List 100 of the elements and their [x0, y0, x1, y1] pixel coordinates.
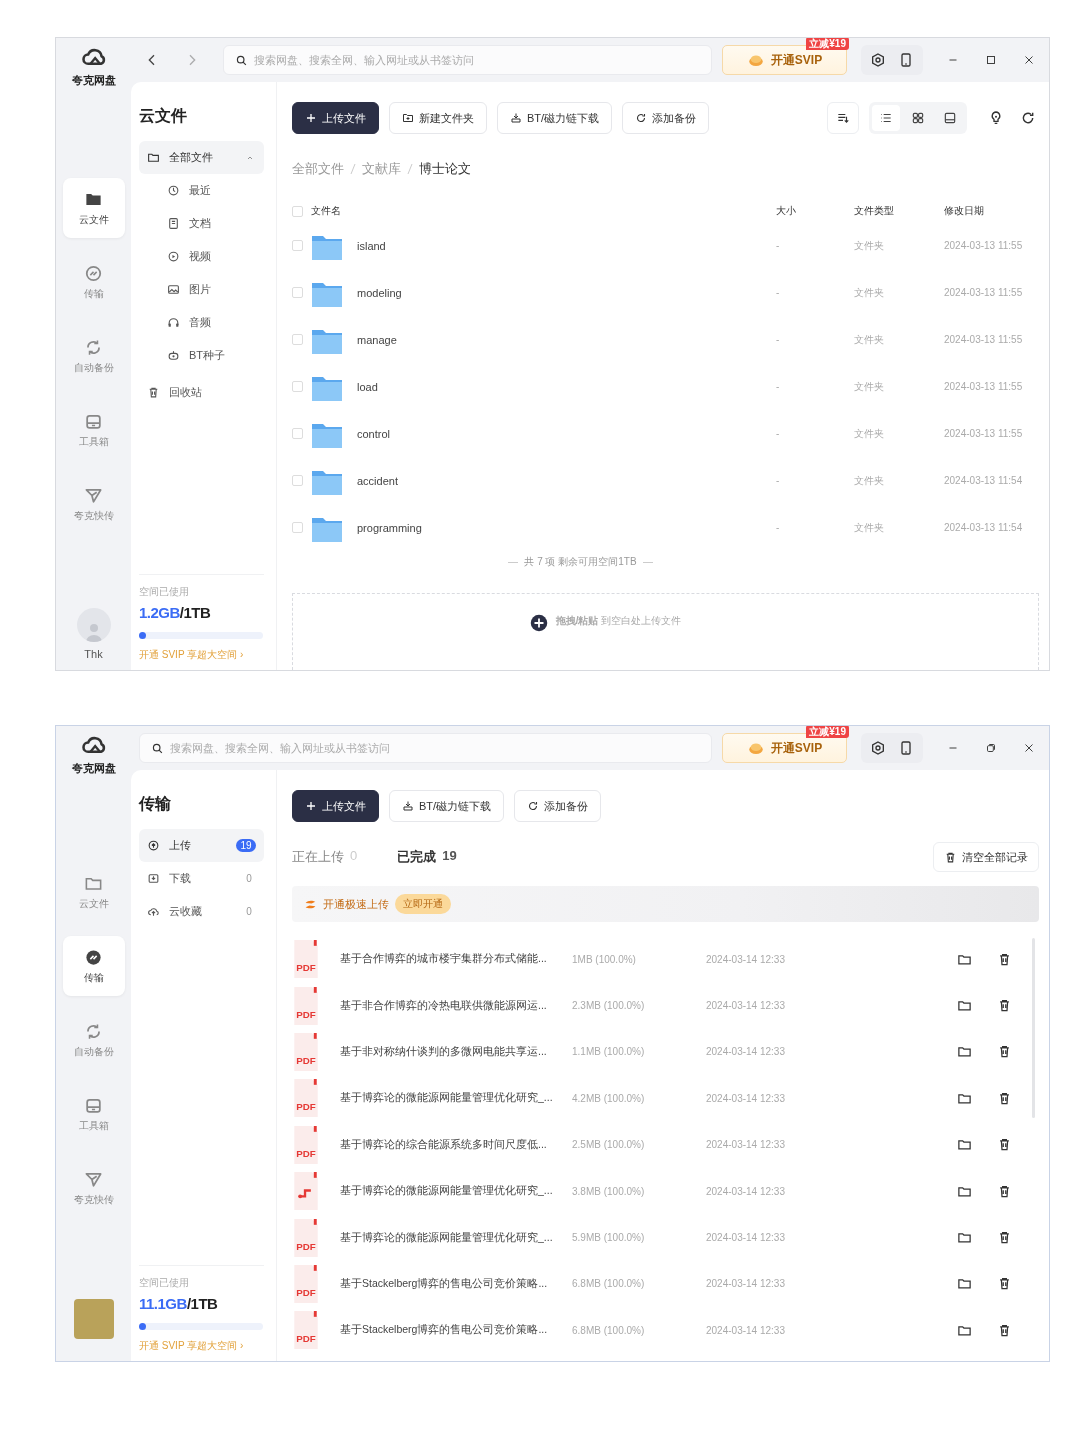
file-size: -: [775, 428, 781, 440]
file-name[interactable]: island: [357, 239, 386, 252]
file-size: -: [775, 381, 781, 393]
row-checkbox[interactable]: [292, 334, 303, 346]
breadcrumb-link[interactable]: 博士论文: [419, 160, 471, 178]
toolbar-button[interactable]: 新建文件夹: [389, 102, 487, 134]
row-checkbox[interactable]: [292, 522, 303, 534]
file-name[interactable]: 基于Stackelberg博弈的售电公司竞价策略...: [340, 1276, 572, 1291]
file-name[interactable]: load: [357, 380, 378, 393]
upload-date: 2024-03-14 12:33: [706, 1000, 786, 1012]
robot-icon: [167, 349, 180, 362]
trash-icon: [147, 386, 160, 399]
file-icon: [292, 1171, 320, 1212]
download-icon: [147, 872, 160, 885]
folder-icon: [957, 1230, 972, 1246]
file-name[interactable]: 基于博弈论的微能源网能量管理优化研究_...: [340, 1091, 572, 1106]
refresh-icon: [635, 112, 648, 124]
tree-item[interactable]: 音频: [139, 306, 264, 339]
user-name: Thk: [84, 648, 103, 660]
folder-icon: [957, 998, 972, 1014]
new-folder-icon: [402, 112, 414, 124]
toolbar-button[interactable]: 添加备份: [514, 790, 602, 822]
row-checkbox[interactable]: [292, 428, 303, 440]
select-all-checkbox[interactable]: [292, 205, 303, 217]
row-checkbox[interactable]: [292, 381, 303, 393]
upload-date: 2024-03-14 12:33: [706, 953, 786, 965]
sync-icon: [84, 1021, 103, 1041]
download-icon: [510, 112, 522, 124]
phone-icon: [898, 52, 914, 68]
trash-icon: [997, 1090, 1012, 1106]
storage-label: 空间已使用: [139, 585, 190, 599]
file-name[interactable]: 基于Stackelberg博弈的售电公司竞价策略...: [340, 1323, 572, 1338]
file-name[interactable]: 基于非合作博弈的冷热电联供微能源网运...: [340, 998, 572, 1013]
tree-item[interactable]: 回收站: [139, 376, 264, 409]
modified-date: 2024-03-13 11:54: [944, 475, 1024, 487]
tree-item[interactable]: 最近: [139, 174, 264, 207]
search-field[interactable]: 搜索网盘、搜索全网、输入网址或从书签访问: [139, 733, 712, 763]
transfer-icon: [84, 263, 103, 283]
app-name: 夸克网盘: [71, 73, 116, 88]
toolbar-button[interactable]: BT/磁力链下载: [389, 790, 505, 822]
storage-usage: 11.1GB/1TB: [139, 1295, 219, 1312]
file-size: 2.5MB (100.0%): [572, 1139, 646, 1151]
file-name[interactable]: 基于博弈论的微能源网能量管理优化研究_...: [340, 1184, 572, 1199]
sort-button[interactable]: [827, 102, 859, 134]
search-field[interactable]: 搜索网盘、搜索全网、输入网址或从书签访问: [223, 45, 712, 75]
plus-icon: [305, 800, 317, 812]
column-header: 文件名: [311, 204, 341, 219]
discount-badge: 立减¥19: [806, 38, 849, 50]
toolbar-button[interactable]: 上传文件: [292, 790, 379, 822]
upload-icon: [147, 839, 160, 852]
search-icon: [235, 54, 248, 67]
file-name[interactable]: control: [357, 427, 391, 440]
toolbar-button[interactable]: BT/磁力链下载: [497, 102, 613, 134]
upload-date: 2024-03-14 12:33: [706, 1046, 786, 1058]
pdf-file-icon: PDF: [292, 939, 320, 980]
file-name[interactable]: 基于非对称纳什谈判的多微网电能共享运...: [340, 1044, 572, 1059]
row-checkbox[interactable]: [292, 240, 303, 252]
file-name[interactable]: modeling: [357, 286, 402, 299]
tree-item[interactable]: 全部文件: [139, 141, 264, 174]
file-type: 文件夹: [853, 520, 885, 535]
file-name[interactable]: manage: [357, 333, 397, 346]
tree-item[interactable]: BT种子: [139, 339, 264, 372]
row-checkbox[interactable]: [292, 287, 303, 299]
tab[interactable]: 已完成 19: [397, 848, 457, 866]
tree-item[interactable]: 图片: [139, 273, 264, 306]
file-name[interactable]: programming: [357, 521, 422, 534]
nav-item[interactable]: 云文件: [62, 178, 125, 238]
discount-badge: 立减¥19: [806, 726, 849, 738]
grid-icon: [911, 111, 925, 125]
transfer-category[interactable]: 下载 0: [139, 862, 264, 895]
file-name[interactable]: 基于博弈论的综合能源系统多时间尺度低...: [340, 1137, 572, 1152]
storage-usage: 1.2GB/1TB: [139, 604, 212, 621]
clear-records-button[interactable]: 清空全部记录: [933, 842, 1039, 872]
file-type: 文件夹: [853, 285, 885, 300]
column-header: 修改日期: [944, 204, 985, 219]
pdf-file-icon: PDF: [292, 1031, 320, 1072]
file-size: 6.8MB (100.0%): [572, 1324, 646, 1336]
file-size: 3.8MB (100.0%): [572, 1185, 646, 1197]
item-count: 0: [245, 906, 253, 917]
file-name[interactable]: 基于博弈论的微能源网能量管理优化研究_...: [340, 1230, 572, 1245]
transfer-category[interactable]: 云收藏 0: [139, 895, 264, 928]
item-count: 0: [245, 873, 253, 884]
toolbar-button[interactable]: 上传文件: [292, 102, 379, 134]
file-name[interactable]: 基于合作博弈的城市楼宇集群分布式储能...: [340, 952, 572, 967]
toolbar-button[interactable]: 添加备份: [622, 102, 710, 134]
tree-item[interactable]: 视频: [139, 240, 264, 273]
modified-date: 2024-03-13 11:55: [944, 240, 1024, 252]
row-checkbox[interactable]: [292, 475, 303, 487]
file-name[interactable]: accident: [357, 474, 398, 487]
file-size: -: [775, 240, 781, 252]
image-icon: [167, 283, 180, 296]
nav-item[interactable]: 传输: [62, 936, 125, 996]
trash-icon: [997, 1230, 1012, 1246]
pdf-file-icon: PDF: [292, 985, 320, 1026]
transfer-category[interactable]: 上传 19: [139, 829, 264, 862]
tree-item[interactable]: 文档: [139, 207, 264, 240]
file-type: 文件夹: [853, 379, 885, 394]
modified-date: 2024-03-13 11:55: [944, 287, 1024, 299]
trash-icon: [997, 1137, 1012, 1153]
panel-title: 传输: [139, 794, 172, 814]
